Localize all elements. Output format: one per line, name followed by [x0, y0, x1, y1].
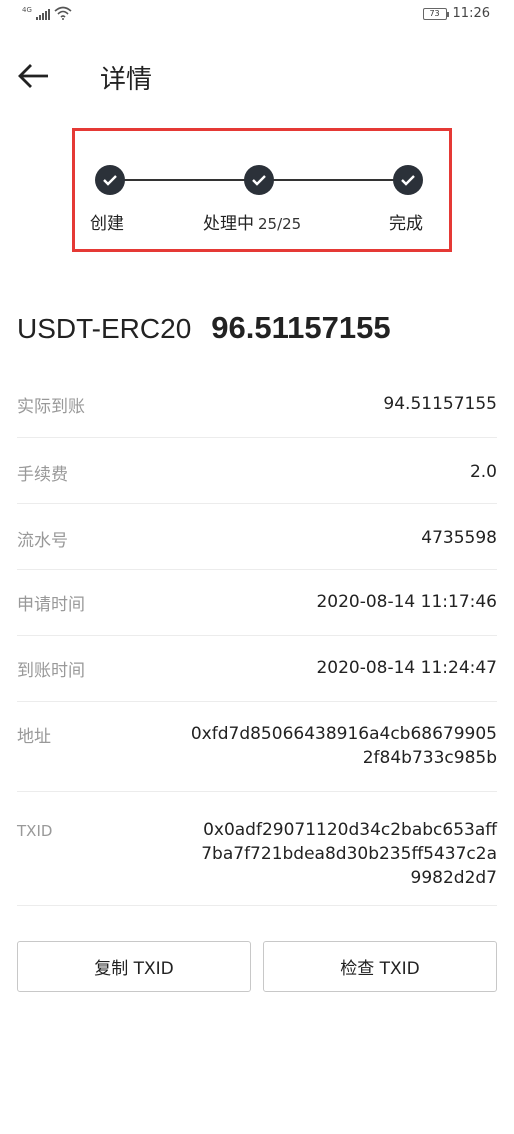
clock: 11:26: [452, 6, 490, 21]
detail-row-serial: 流水号 4735598: [17, 504, 497, 570]
back-button[interactable]: [16, 58, 52, 94]
detail-row-arrival-time: 到账时间 2020-08-14 11:24:47: [17, 636, 497, 702]
check-icon: [252, 175, 266, 186]
check-icon: [103, 175, 117, 186]
detail-label: 到账时间: [17, 661, 85, 681]
coin-name: USDT-ERC20: [17, 313, 192, 344]
detail-label: 实际到账: [17, 397, 85, 417]
detail-label: 手续费: [17, 465, 68, 485]
txid-value[interactable]: 0x0adf29071120d34c2babc653aff 7ba7f721bd…: [187, 818, 497, 890]
step-processing-label: 处理中 25/25: [203, 209, 301, 234]
step-created-label: 创建: [90, 214, 124, 234]
copy-txid-button[interactable]: 复制 TXID: [17, 941, 251, 992]
check-txid-button[interactable]: 检查 TXID: [263, 941, 497, 992]
step-processing-dot: [244, 165, 274, 195]
progress-steps: 创建 处理中 25/25 完成: [72, 128, 452, 252]
check-icon: [401, 175, 415, 186]
detail-label: 流水号: [17, 531, 68, 551]
amount-summary: USDT-ERC20 96.51157155: [17, 310, 391, 346]
battery-icon: 73: [422, 7, 449, 20]
page-title: 详情: [100, 65, 153, 95]
detail-label: TXID: [17, 822, 53, 840]
network-type: 4G: [22, 6, 32, 14]
detail-row-received: 实际到账 94.51157155: [17, 372, 497, 438]
wifi-icon: [54, 6, 72, 20]
step-created-dot: [95, 165, 125, 195]
detail-label: 申请时间: [17, 595, 85, 615]
step-complete-dot: [393, 165, 423, 195]
detail-row-address: 地址 0xfd7d85066438916a4cb68679905 2f84b73…: [17, 702, 497, 792]
page-header: 详情: [0, 48, 514, 104]
detail-value: 2.0: [469, 462, 497, 482]
signal-icon: [35, 8, 50, 20]
detail-row-txid: TXID 0x0adf29071120d34c2babc653aff 7ba7f…: [17, 792, 497, 906]
detail-row-apply-time: 申请时间 2020-08-14 11:17:46: [17, 570, 497, 636]
status-bar: 4G 73 11:26: [0, 0, 514, 32]
step-complete-label: 完成: [389, 214, 423, 234]
detail-row-fee: 手续费 2.0: [17, 438, 497, 504]
amount-value: 96.51157155: [211, 310, 391, 345]
status-right: 73 11:26: [422, 6, 490, 21]
step-processing-count: 25/25: [258, 215, 302, 233]
arrow-left-icon: [18, 64, 48, 88]
detail-value: 4735598: [421, 528, 497, 548]
detail-value: 2020-08-14 11:24:47: [316, 658, 497, 678]
detail-list: 实际到账 94.51157155 手续费 2.0 流水号 4735598 申请时…: [17, 372, 497, 906]
detail-value: 2020-08-14 11:17:46: [316, 592, 497, 612]
detail-value: 94.51157155: [383, 394, 497, 414]
detail-label: 地址: [17, 727, 51, 747]
step-processing-text: 处理中: [203, 214, 254, 234]
status-left: 4G: [22, 6, 72, 20]
address-value[interactable]: 0xfd7d85066438916a4cb68679905 2f84b733c9…: [177, 722, 497, 770]
